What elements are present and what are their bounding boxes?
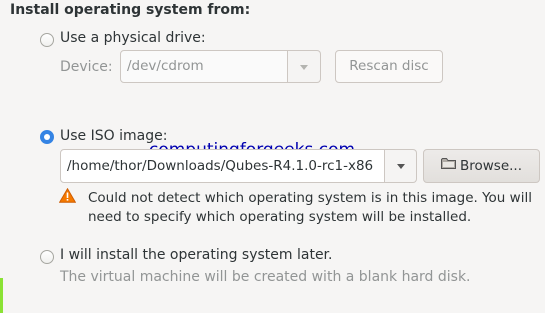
left-edge-strip xyxy=(0,278,3,313)
rescan-disc-button: Rescan disc xyxy=(335,50,443,83)
blank-disk-note: The virtual machine will be created with… xyxy=(60,269,471,285)
install-source-heading: Install operating system from: xyxy=(10,2,251,18)
install-later-radio[interactable] xyxy=(40,250,54,264)
browse-button[interactable]: Browse... xyxy=(423,149,540,183)
iso-path-entry[interactable]: /home/thor/Downloads/Qubes-R4.1.0-rc1-x8… xyxy=(60,149,385,183)
physical-drive-label[interactable]: Use a physical drive: xyxy=(60,30,206,46)
device-combo-entry: /dev/cdrom xyxy=(120,50,288,83)
device-label: Device: xyxy=(60,59,113,75)
device-dropdown-arrow-icon xyxy=(288,50,321,83)
folder-icon xyxy=(440,149,456,181)
os-detection-warning: Could not detect which operating system … xyxy=(88,190,532,225)
install-later-label[interactable]: I will install the operating system late… xyxy=(60,247,332,263)
browse-button-label: Browse... xyxy=(459,158,523,174)
iso-image-radio[interactable] xyxy=(40,130,54,144)
iso-path-dropdown-arrow-icon[interactable] xyxy=(385,149,417,183)
warning-icon xyxy=(58,187,77,207)
physical-drive-radio[interactable] xyxy=(40,33,54,47)
